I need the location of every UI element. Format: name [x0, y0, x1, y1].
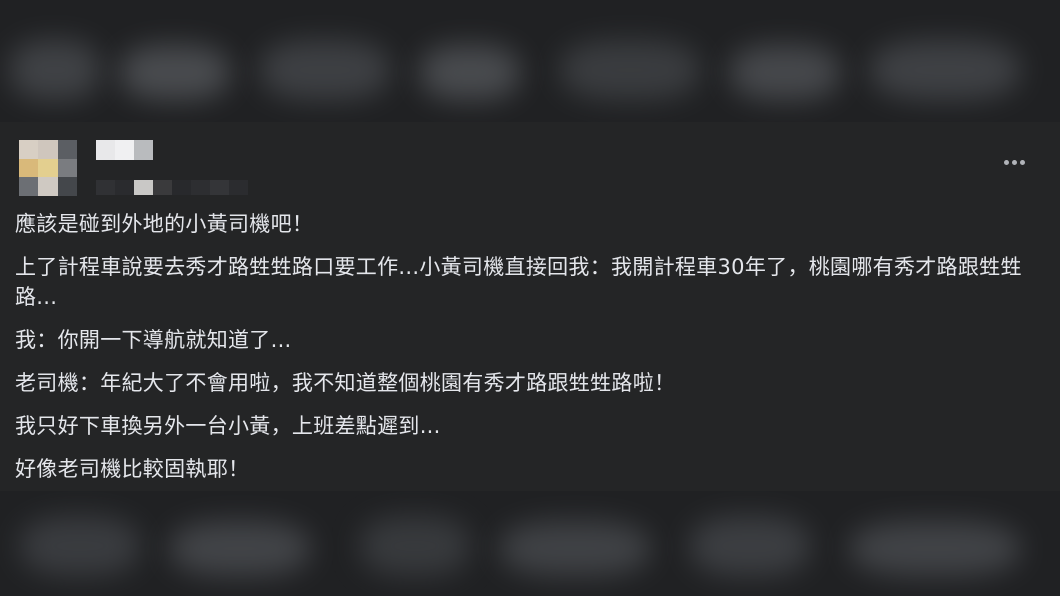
post-paragraph: 應該是碰到外地的小黃司機吧！ — [15, 212, 314, 236]
post-paragraph: 我只好下車換另外一台小黃，上班差點遲到... — [15, 414, 441, 438]
author-name-redacted[interactable] — [96, 140, 153, 160]
post-paragraph: 好像老司機比較固執耶！ — [15, 457, 250, 481]
post-timestamp-redacted[interactable] — [96, 180, 248, 195]
more-options-button[interactable] — [998, 152, 1030, 172]
blurred-background-top — [0, 0, 1060, 122]
more-horizontal-icon — [1003, 159, 1009, 165]
post-paragraph: 上了計程車說要去秀才路甡甡路口要工作...小黃司機直接回我：我開計程車30年了，… — [15, 255, 1022, 309]
post-body: 應該是碰到外地的小黃司機吧！ 上了計程車說要去秀才路甡甡路口要工作...小黃司機… — [15, 209, 1045, 497]
post-paragraph: 老司機：年紀大了不會用啦，我不知道整個桃園有秀才路跟甡甡路啦！ — [15, 371, 676, 395]
avatar[interactable] — [19, 140, 77, 196]
post-paragraph: 我：你開一下導航就知道了... — [15, 328, 292, 352]
blurred-background-bottom — [0, 491, 1060, 596]
